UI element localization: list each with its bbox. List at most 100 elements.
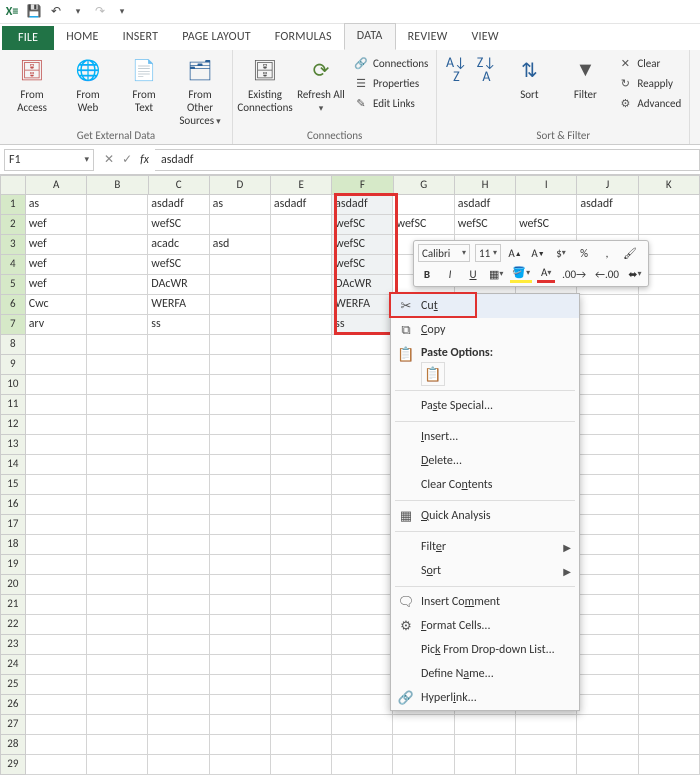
column-header-D[interactable]: D <box>210 175 271 195</box>
cell-G27[interactable] <box>393 715 454 735</box>
row-header-21[interactable]: 21 <box>0 595 26 615</box>
increase-font-icon[interactable]: A▲ <box>506 244 524 262</box>
cell-B8[interactable] <box>87 335 148 355</box>
cell-C13[interactable] <box>148 435 209 455</box>
cell-D8[interactable] <box>210 335 271 355</box>
cell-D15[interactable] <box>210 475 271 495</box>
cell-B16[interactable] <box>87 495 148 515</box>
cell-C9[interactable] <box>148 355 209 375</box>
cell-E25[interactable] <box>271 675 332 695</box>
cell-F11[interactable] <box>332 395 393 415</box>
cell-C27[interactable] <box>148 715 209 735</box>
cell-D4[interactable] <box>210 255 271 275</box>
cell-K17[interactable] <box>639 515 700 535</box>
cell-B9[interactable] <box>87 355 148 375</box>
cell-F24[interactable] <box>332 655 393 675</box>
cell-E3[interactable] <box>271 235 332 255</box>
cell-C6[interactable]: WERFA <box>148 295 209 315</box>
cell-K14[interactable] <box>639 455 700 475</box>
cell-A23[interactable] <box>26 635 87 655</box>
tab-insert[interactable]: INSERT <box>111 25 171 50</box>
row-header-8[interactable]: 8 <box>0 335 26 355</box>
cell-G28[interactable] <box>393 735 454 755</box>
cell-J1[interactable]: asdadf <box>577 195 638 215</box>
cell-A17[interactable] <box>26 515 87 535</box>
cell-E28[interactable] <box>271 735 332 755</box>
cell-F5[interactable]: DAcWR <box>332 275 393 295</box>
row-header-26[interactable]: 26 <box>0 695 26 715</box>
row-header-29[interactable]: 29 <box>0 755 26 775</box>
cell-J6[interactable] <box>577 295 638 315</box>
cell-B19[interactable] <box>87 555 148 575</box>
cell-A14[interactable] <box>26 455 87 475</box>
cell-K8[interactable] <box>639 335 700 355</box>
row-header-6[interactable]: 6 <box>0 295 26 315</box>
column-header-B[interactable]: B <box>87 175 148 195</box>
cell-A1[interactable]: as <box>26 195 87 215</box>
cell-A2[interactable]: wef <box>26 215 87 235</box>
from-text-button[interactable]: 📄FromText <box>118 54 170 114</box>
cell-D17[interactable] <box>210 515 271 535</box>
cell-J28[interactable] <box>577 735 638 755</box>
cell-E7[interactable] <box>271 315 332 335</box>
cell-D13[interactable] <box>210 435 271 455</box>
cell-B5[interactable] <box>87 275 148 295</box>
cell-F2[interactable]: wefSC <box>332 215 393 235</box>
cell-C25[interactable] <box>148 675 209 695</box>
cell-K28[interactable] <box>639 735 700 755</box>
cell-F13[interactable] <box>332 435 393 455</box>
chevron-down-icon[interactable]: ▾ <box>84 154 89 165</box>
cell-K29[interactable] <box>639 755 700 775</box>
cell-E29[interactable] <box>271 755 332 775</box>
cell-A12[interactable] <box>26 415 87 435</box>
fx-icon[interactable]: fx <box>140 153 149 167</box>
cell-E20[interactable] <box>271 575 332 595</box>
cell-J27[interactable] <box>577 715 638 735</box>
cell-C26[interactable] <box>148 695 209 715</box>
column-header-F[interactable]: F <box>332 175 393 195</box>
cell-K25[interactable] <box>639 675 700 695</box>
cell-D12[interactable] <box>210 415 271 435</box>
cell-K7[interactable] <box>639 315 700 335</box>
save-icon[interactable]: 💾 <box>26 4 42 20</box>
cell-H1[interactable]: asdadf <box>455 195 516 215</box>
cell-F6[interactable]: WERFA <box>332 295 393 315</box>
row-header-7[interactable]: 7 <box>0 315 26 335</box>
cell-C21[interactable] <box>148 595 209 615</box>
cell-B12[interactable] <box>87 415 148 435</box>
ctx-insert[interactable]: Insert... <box>391 425 579 449</box>
cell-D25[interactable] <box>210 675 271 695</box>
fill-color-icon[interactable]: 🪣▾ <box>510 265 532 283</box>
cell-F8[interactable] <box>332 335 393 355</box>
cell-B15[interactable] <box>87 475 148 495</box>
cell-D5[interactable] <box>210 275 271 295</box>
cell-B23[interactable] <box>87 635 148 655</box>
row-header-1[interactable]: 1 <box>0 195 26 215</box>
cell-A16[interactable] <box>26 495 87 515</box>
row-header-23[interactable]: 23 <box>0 635 26 655</box>
decrease-decimal-icon[interactable]: ←.00 <box>593 265 621 283</box>
cell-B25[interactable] <box>87 675 148 695</box>
sort-za-button[interactable]: Z↓A <box>473 54 499 86</box>
cell-C11[interactable] <box>148 395 209 415</box>
cell-H27[interactable] <box>455 715 516 735</box>
mini-font-size[interactable]: 11▾ <box>475 244 501 262</box>
row-header-13[interactable]: 13 <box>0 435 26 455</box>
cell-F20[interactable] <box>332 575 393 595</box>
cell-K26[interactable] <box>639 695 700 715</box>
cell-K21[interactable] <box>639 595 700 615</box>
cell-C20[interactable] <box>148 575 209 595</box>
cell-A7[interactable]: arv <box>26 315 87 335</box>
row-header-15[interactable]: 15 <box>0 475 26 495</box>
row-header-27[interactable]: 27 <box>0 715 26 735</box>
cell-F10[interactable] <box>332 375 393 395</box>
cell-C18[interactable] <box>148 535 209 555</box>
paste-option-button[interactable]: 📋 <box>421 362 445 386</box>
cell-H29[interactable] <box>455 755 516 775</box>
cell-B29[interactable] <box>87 755 148 775</box>
cell-J11[interactable] <box>577 395 638 415</box>
cell-A11[interactable] <box>26 395 87 415</box>
cell-D18[interactable] <box>210 535 271 555</box>
name-box[interactable]: F1 ▾ <box>4 149 94 171</box>
cell-B26[interactable] <box>87 695 148 715</box>
